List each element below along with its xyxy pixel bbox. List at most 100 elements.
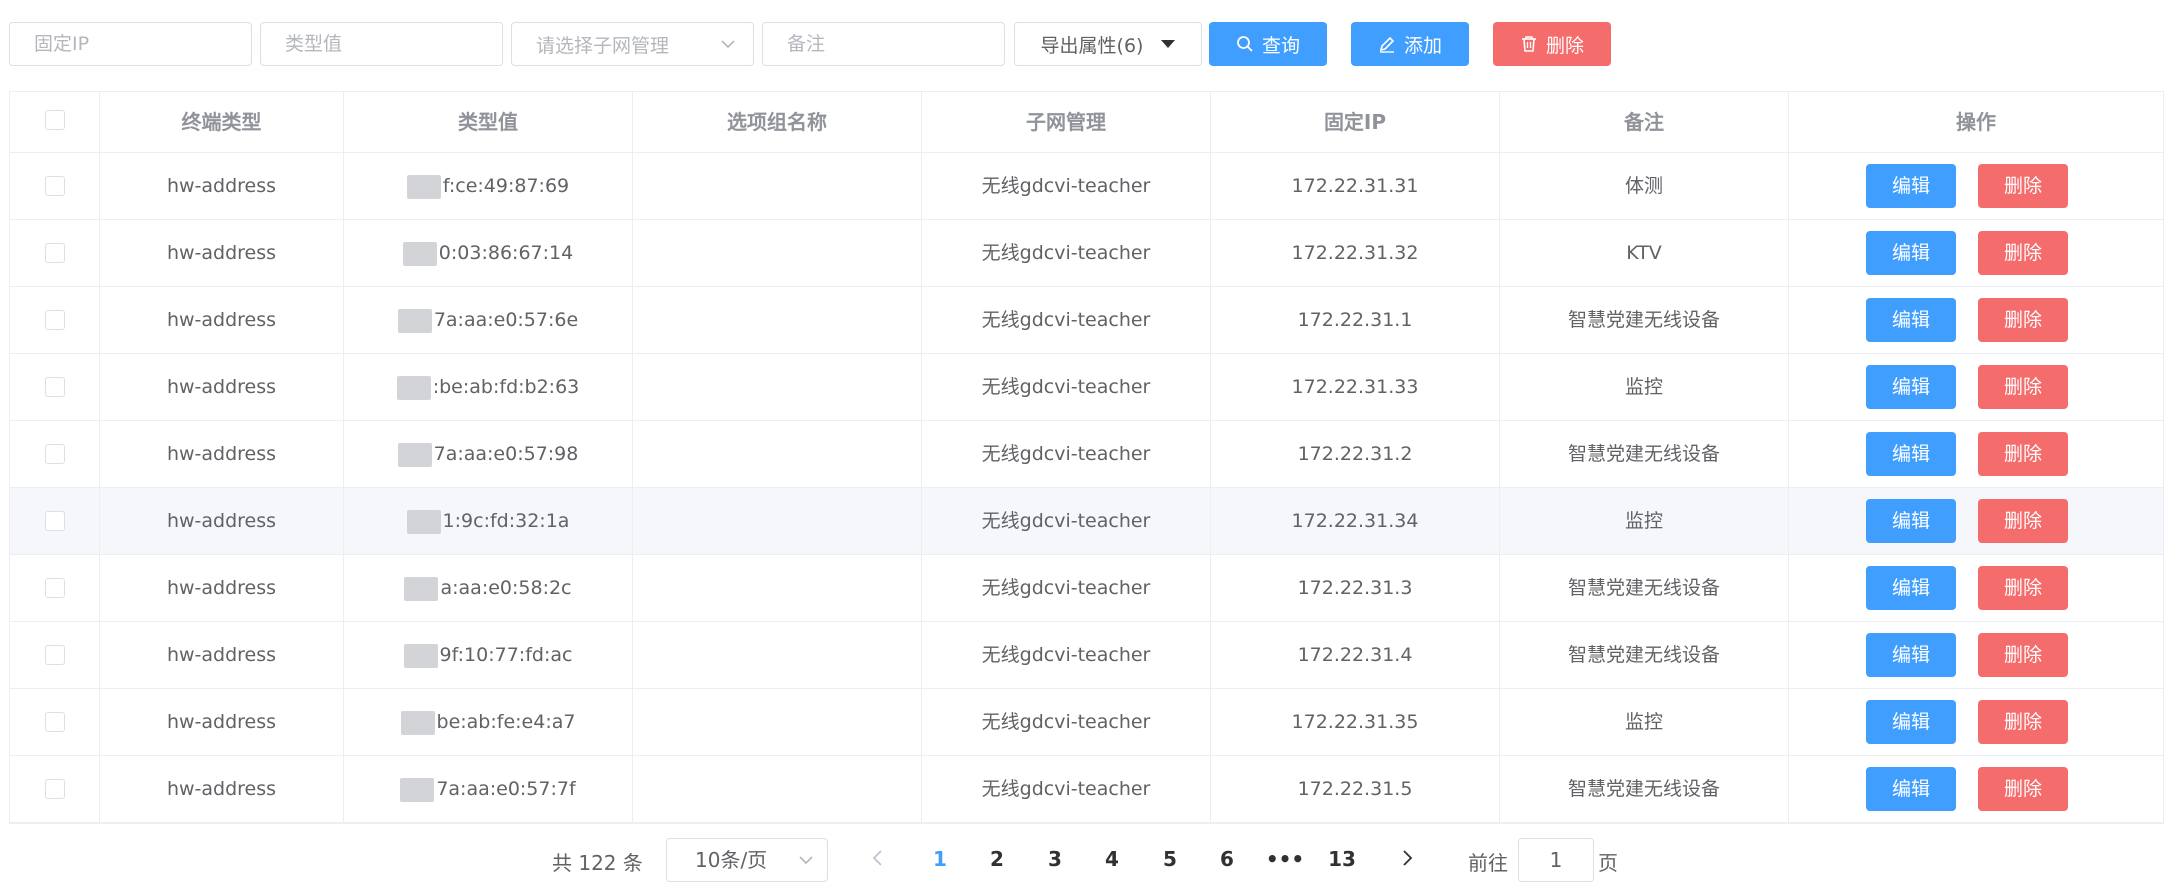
cell-type-value: 7a:aa:e0:57:98	[344, 421, 633, 487]
row-checkbox[interactable]	[45, 511, 65, 531]
cell-option-group	[633, 689, 922, 755]
row-edit-button[interactable]: 编辑	[1866, 164, 1956, 208]
cell-text: hw-address	[166, 644, 277, 666]
column-header: 固定IP	[1211, 92, 1500, 152]
redaction-mask	[402, 241, 437, 266]
row-checkbox[interactable]	[45, 444, 65, 464]
cell-text: 172.22.31.1	[1297, 309, 1413, 331]
row-checkbox[interactable]	[45, 243, 65, 263]
row-checkbox[interactable]	[45, 176, 65, 196]
row-edit-button[interactable]: 编辑	[1866, 566, 1956, 610]
select-all-checkbox[interactable]	[45, 110, 65, 130]
row-delete-button[interactable]: 删除	[1978, 164, 2068, 208]
redaction-mask	[406, 509, 441, 534]
redaction-mask	[403, 643, 438, 668]
row-delete-button[interactable]: 删除	[1978, 566, 2068, 610]
row-checkbox[interactable]	[45, 712, 65, 732]
page-2[interactable]: 2	[977, 847, 1017, 871]
cell-text: 无线gdcvi-teacher	[981, 510, 1151, 532]
page-6[interactable]: 6	[1207, 847, 1247, 871]
subnet-select[interactable]: 请选择子网管理	[511, 22, 754, 66]
filter-toolbar: 请选择子网管理 导出属性(6) 查询 添加 删除	[0, 0, 2177, 90]
row-delete-button[interactable]: 删除	[1978, 432, 2068, 476]
cell-text: 监控	[1624, 711, 1663, 733]
add-button[interactable]: 添加	[1351, 22, 1469, 66]
row-edit-button[interactable]: 编辑	[1866, 700, 1956, 744]
cell-option-group	[633, 421, 922, 487]
table-header: 终端类型 类型值 选项组名称 子网管理 固定IP 备注 操作	[10, 92, 2163, 153]
row-edit-button[interactable]: 编辑	[1866, 231, 1956, 275]
cell-type-value: 1:9c:fd:32:1a	[344, 488, 633, 554]
cell-option-group	[633, 354, 922, 420]
cell-text: 7a:aa:e0:57:7f	[436, 778, 576, 800]
pagination: 共 122 条 10条/页 1 2 3 4 5 6 ••• 13 前往 页	[0, 836, 2177, 884]
cell-text: hw-address	[166, 577, 277, 599]
cell-text: 7a:aa:e0:57:6e	[433, 309, 579, 331]
cell-text: hw-address	[166, 309, 277, 331]
cell-actions	[1789, 689, 2163, 755]
table-row: hw-address 0:03:86:67:14 无线gdcvi-teacher 17…	[10, 220, 2163, 287]
export-attributes-dropdown[interactable]: 导出属性(6)	[1014, 22, 1202, 66]
next-page-icon[interactable]	[1397, 848, 1417, 868]
row-delete-button[interactable]: 删除	[1978, 499, 2068, 543]
page-1[interactable]: 1	[920, 847, 960, 871]
cell-remark: 智慧党建无线设备	[1500, 421, 1789, 487]
cell-text: be:ab:fe:e4:a7	[436, 711, 576, 733]
cell-type-value: :be:ab:fd:b2:63	[344, 354, 633, 420]
row-delete-button[interactable]: 删除	[1978, 231, 2068, 275]
remark-input[interactable]	[762, 22, 1005, 66]
row-checkbox[interactable]	[45, 310, 65, 330]
cell-option-group	[633, 555, 922, 621]
cell-fixed-ip: 172.22.31.3	[1211, 555, 1500, 621]
delete-button[interactable]: 删除	[1493, 22, 1611, 66]
row-delete-button[interactable]: 删除	[1978, 298, 2068, 342]
row-checkbox[interactable]	[45, 645, 65, 665]
row-select-cell	[10, 756, 100, 822]
redaction-mask	[406, 174, 441, 199]
page-5[interactable]: 5	[1150, 847, 1190, 871]
row-edit-button[interactable]: 编辑	[1866, 365, 1956, 409]
cell-type-value: be:ab:fe:e4:a7	[344, 689, 633, 755]
redaction-mask	[397, 442, 432, 467]
row-edit-button[interactable]: 编辑	[1866, 499, 1956, 543]
row-checkbox[interactable]	[45, 578, 65, 598]
page-size-select[interactable]: 10条/页	[666, 838, 828, 882]
cell-text: hw-address	[166, 778, 277, 800]
goto-label: 前往	[1468, 851, 1508, 875]
row-select-cell	[10, 354, 100, 420]
more-pages-ellipsis[interactable]: •••	[1265, 847, 1305, 871]
cell-subnet: 无线gdcvi-teacher	[922, 689, 1211, 755]
goto-page-input[interactable]	[1518, 838, 1594, 882]
cell-actions	[1789, 555, 2163, 621]
cell-text: hw-address	[166, 443, 277, 465]
row-edit-button[interactable]: 编辑	[1866, 767, 1956, 811]
page-13[interactable]: 13	[1322, 847, 1362, 871]
row-checkbox[interactable]	[45, 779, 65, 799]
row-delete-button[interactable]: 删除	[1978, 365, 2068, 409]
cell-text: 172.22.31.2	[1297, 443, 1413, 465]
fixed-ip-input[interactable]	[9, 22, 252, 66]
chevron-down-icon	[721, 40, 735, 49]
row-checkbox[interactable]	[45, 377, 65, 397]
type-value-input[interactable]	[260, 22, 503, 66]
row-delete-button[interactable]: 删除	[1978, 767, 2068, 811]
page-3[interactable]: 3	[1035, 847, 1075, 871]
cell-text: 172.22.31.34	[1291, 510, 1419, 532]
cell-subnet: 无线gdcvi-teacher	[922, 622, 1211, 688]
query-button[interactable]: 查询	[1209, 22, 1327, 66]
prev-page-icon[interactable]	[868, 848, 888, 868]
terminal-table: 终端类型 类型值 选项组名称 子网管理 固定IP 备注 操作 hw-addres…	[9, 91, 2164, 824]
cell-type-value: f:ce:49:87:69	[344, 153, 633, 219]
page-4[interactable]: 4	[1092, 847, 1132, 871]
cell-text: 智慧党建无线设备	[1567, 644, 1720, 666]
row-edit-button[interactable]: 编辑	[1866, 633, 1956, 677]
row-edit-button[interactable]: 编辑	[1866, 298, 1956, 342]
row-delete-button[interactable]: 删除	[1978, 633, 2068, 677]
row-delete-button[interactable]: 删除	[1978, 700, 2068, 744]
cell-remark: 监控	[1500, 689, 1789, 755]
row-edit-button[interactable]: 编辑	[1866, 432, 1956, 476]
cell-type-value: 9f:10:77:fd:ac	[344, 622, 633, 688]
cell-text: 无线gdcvi-teacher	[981, 577, 1151, 599]
cell-text: 无线gdcvi-teacher	[981, 644, 1151, 666]
cell-terminal-type: hw-address	[100, 153, 344, 219]
